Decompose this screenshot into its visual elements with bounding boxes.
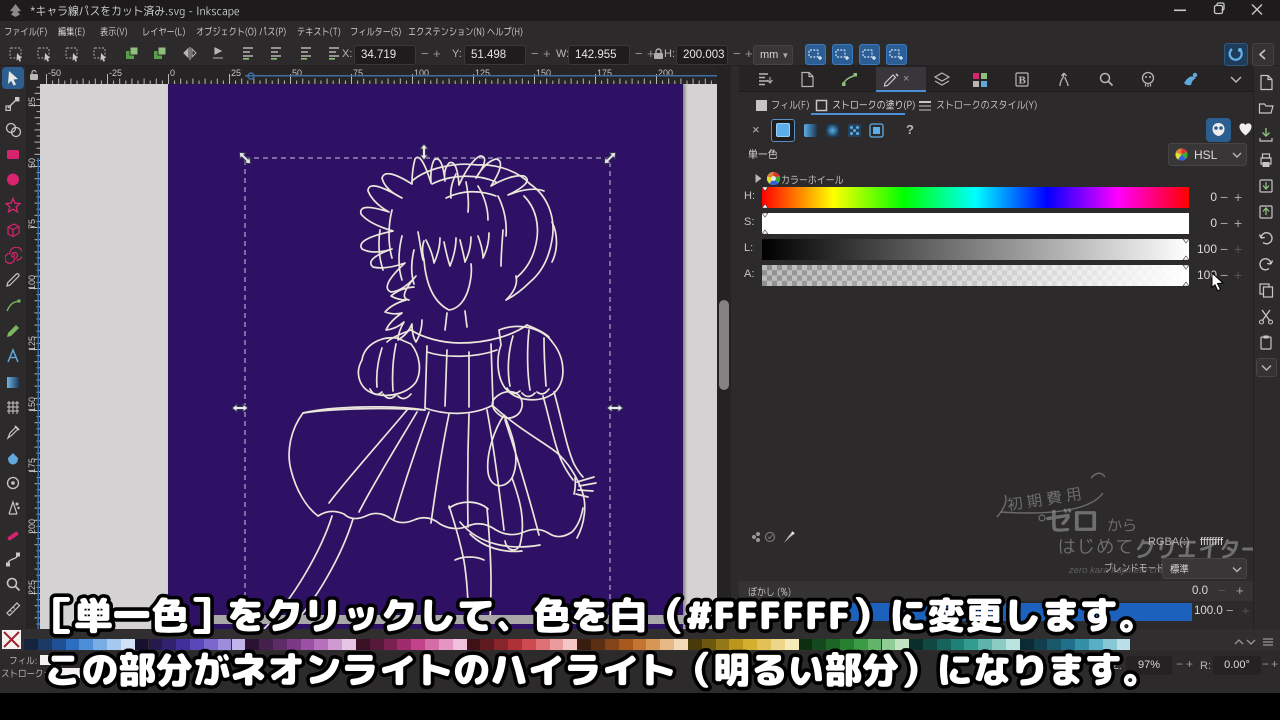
svg-text:100: 100	[27, 275, 37, 290]
svg-text:200: 200	[27, 519, 37, 534]
svg-text:B: B	[1019, 75, 1027, 87]
svg-text:125: 125	[27, 336, 37, 351]
svg-text:-50: -50	[48, 68, 61, 78]
svg-text:50: 50	[27, 158, 37, 168]
svg-text:75: 75	[27, 219, 37, 229]
svg-text:175: 175	[27, 458, 37, 473]
svg-text:150: 150	[27, 397, 37, 412]
svg-text:25: 25	[27, 97, 37, 107]
svg-text:-25: -25	[109, 68, 122, 78]
svg-text:25: 25	[231, 68, 241, 78]
svg-text:0: 0	[170, 68, 175, 78]
